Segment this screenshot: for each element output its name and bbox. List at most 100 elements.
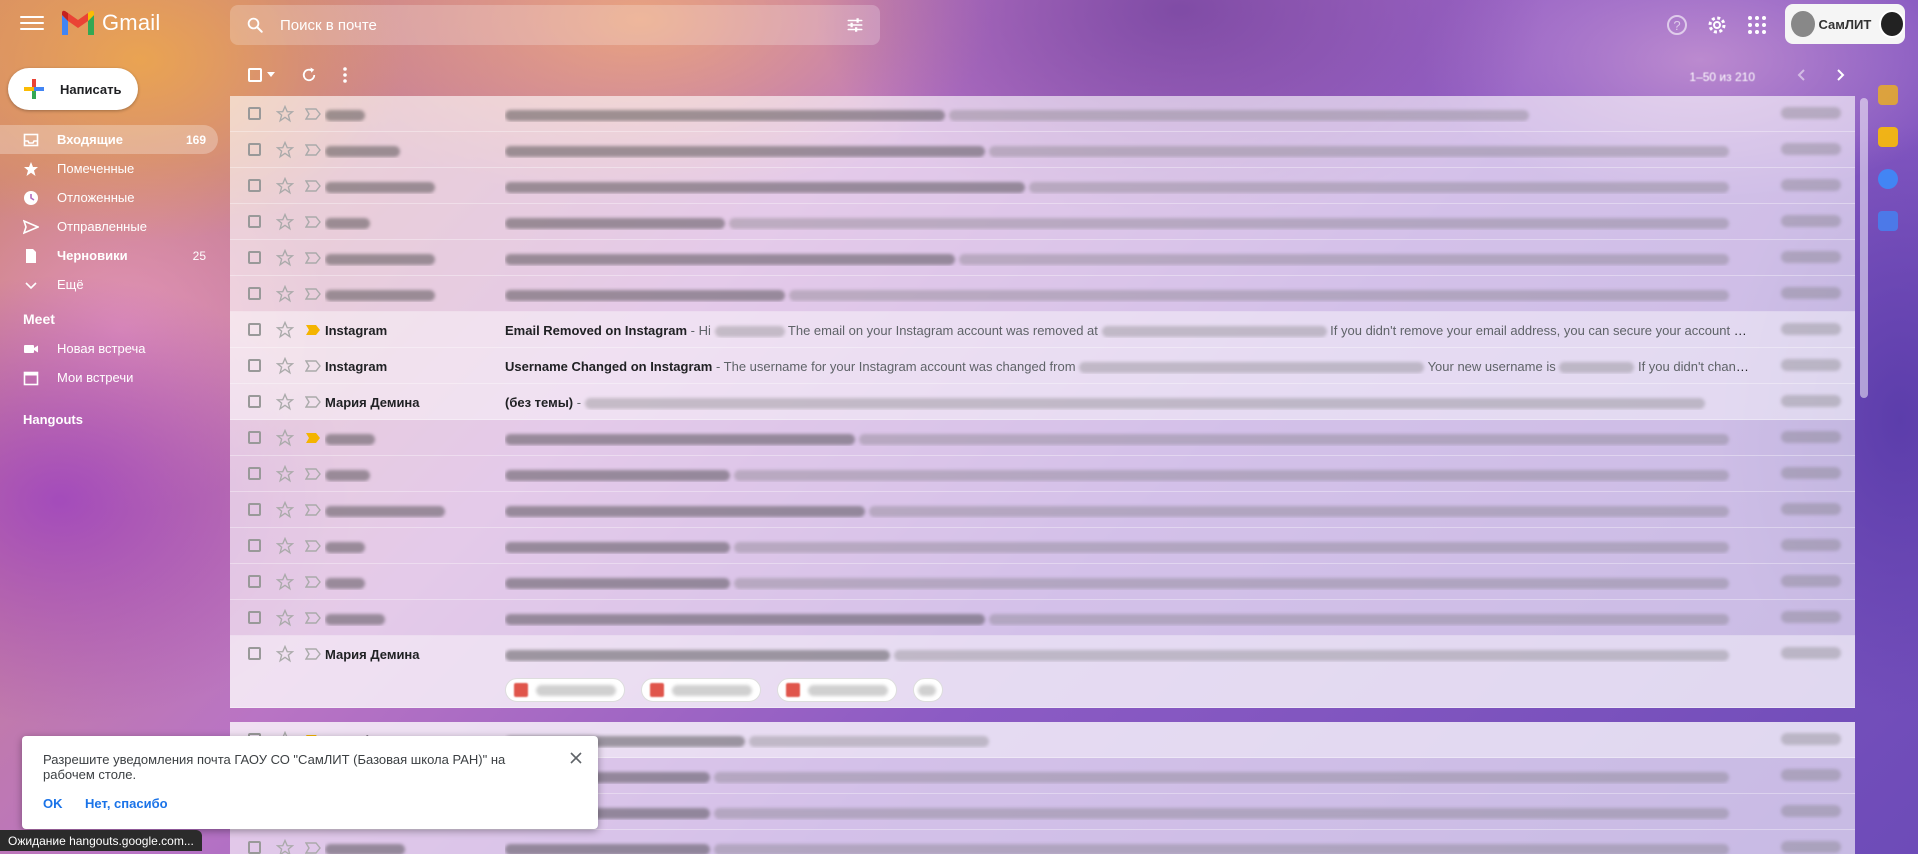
email-row[interactable] — [230, 240, 1855, 276]
email-row[interactable] — [230, 132, 1855, 168]
sidebar-item-inbox[interactable]: Входящие 169 — [0, 125, 218, 154]
help-icon[interactable]: ? — [1665, 13, 1689, 37]
avatar[interactable] — [1879, 10, 1905, 38]
notification-ok-button[interactable]: OK — [43, 796, 63, 811]
importance-marker-icon[interactable] — [305, 180, 321, 192]
row-checkbox[interactable] — [248, 287, 261, 300]
sidebar-item-snoozed[interactable]: Отложенные — [0, 183, 218, 212]
email-row[interactable] — [230, 830, 1855, 854]
star-icon[interactable] — [276, 393, 294, 411]
importance-marker-icon[interactable] — [305, 540, 321, 552]
row-checkbox[interactable] — [248, 107, 261, 120]
star-icon[interactable] — [276, 357, 294, 375]
row-checkbox[interactable] — [248, 539, 261, 552]
email-row[interactable] — [230, 204, 1855, 240]
row-checkbox[interactable] — [248, 431, 261, 444]
keep-addon-icon[interactable] — [1878, 127, 1898, 147]
importance-marker-icon[interactable] — [305, 216, 321, 228]
importance-marker-icon[interactable] — [305, 288, 321, 300]
search-bar[interactable] — [230, 5, 880, 45]
importance-marker-icon[interactable] — [305, 842, 321, 854]
importance-marker-icon[interactable] — [305, 432, 321, 444]
star-icon[interactable] — [276, 213, 294, 231]
email-row[interactable] — [230, 564, 1855, 600]
tasks-addon-icon[interactable] — [1878, 169, 1898, 189]
row-checkbox[interactable] — [248, 841, 261, 854]
more-vert-icon[interactable] — [342, 66, 348, 84]
star-icon[interactable] — [276, 249, 294, 267]
attachment-chip[interactable] — [505, 678, 625, 702]
importance-marker-icon[interactable] — [305, 504, 321, 516]
sidebar-item-drafts[interactable]: Черновики 25 — [0, 241, 218, 270]
importance-marker-icon[interactable] — [305, 144, 321, 156]
importance-marker-icon[interactable] — [305, 612, 321, 624]
email-row[interactable] — [230, 276, 1855, 312]
prev-page-icon[interactable] — [1795, 68, 1809, 82]
row-checkbox[interactable] — [248, 323, 261, 336]
importance-marker-icon[interactable] — [305, 576, 321, 588]
row-checkbox[interactable] — [248, 359, 261, 372]
hangouts-section-title[interactable]: Hangouts — [23, 412, 83, 427]
sidebar-item-sent[interactable]: Отправленные — [0, 212, 218, 241]
importance-marker-icon[interactable] — [305, 468, 321, 480]
email-row[interactable] — [230, 96, 1855, 132]
star-icon[interactable] — [276, 839, 294, 854]
notification-decline-button[interactable]: Нет, спасибо — [85, 796, 168, 811]
account-switcher[interactable]: СамЛИТ — [1785, 4, 1905, 44]
refresh-icon[interactable] — [300, 66, 318, 84]
star-icon[interactable] — [276, 537, 294, 555]
tune-icon[interactable] — [846, 16, 864, 34]
email-row[interactable] — [230, 600, 1855, 636]
row-checkbox[interactable] — [248, 395, 261, 408]
email-row[interactable]: Мария Демина (без темы) - — [230, 384, 1855, 420]
attachment-chip[interactable] — [641, 678, 761, 702]
settings-icon[interactable] — [1705, 13, 1729, 37]
email-row[interactable]: Мария Демина — [230, 636, 1855, 708]
email-row[interactable] — [230, 456, 1855, 492]
star-icon[interactable] — [276, 501, 294, 519]
sidebar-item-my-meetings[interactable]: Мои встречи — [0, 363, 218, 392]
row-checkbox[interactable] — [248, 503, 261, 516]
star-icon[interactable] — [276, 177, 294, 195]
next-page-icon[interactable] — [1833, 68, 1847, 82]
row-checkbox[interactable] — [248, 179, 261, 192]
sidebar-item-new-meeting[interactable]: Новая встреча — [0, 334, 218, 363]
row-checkbox[interactable] — [248, 647, 261, 660]
row-checkbox[interactable] — [248, 467, 261, 480]
row-checkbox[interactable] — [248, 143, 261, 156]
sidebar-item-more[interactable]: Ещё — [0, 270, 218, 299]
caret-down-icon[interactable] — [267, 72, 275, 78]
email-row[interactable] — [230, 420, 1855, 456]
attachment-chip[interactable] — [777, 678, 897, 702]
email-row[interactable] — [230, 168, 1855, 204]
star-icon[interactable] — [276, 285, 294, 303]
importance-marker-icon[interactable] — [305, 396, 321, 408]
compose-button[interactable]: Написать — [8, 68, 138, 110]
star-icon[interactable] — [276, 105, 294, 123]
contacts-addon-icon[interactable] — [1878, 211, 1898, 231]
apps-icon[interactable] — [1745, 13, 1769, 37]
main-menu-button[interactable] — [18, 12, 46, 36]
importance-marker-icon[interactable] — [305, 108, 321, 120]
star-icon[interactable] — [276, 321, 294, 339]
row-checkbox[interactable] — [248, 575, 261, 588]
sidebar-item-starred[interactable]: Помеченные — [0, 154, 218, 183]
star-icon[interactable] — [276, 609, 294, 627]
email-row[interactable] — [230, 528, 1855, 564]
search-input[interactable] — [280, 5, 820, 45]
email-row[interactable] — [230, 492, 1855, 528]
select-all-checkbox[interactable] — [248, 68, 262, 82]
row-checkbox[interactable] — [248, 215, 261, 228]
gmail-logo[interactable]: Gmail — [60, 9, 160, 37]
more-attachments-chip[interactable] — [913, 678, 943, 702]
importance-marker-icon[interactable] — [305, 252, 321, 264]
calendar-addon-icon[interactable] — [1878, 85, 1898, 105]
close-icon[interactable] — [568, 750, 584, 766]
search-icon[interactable] — [246, 16, 264, 34]
email-row[interactable]: Instagram Email Removed on Instagram - H… — [230, 312, 1855, 348]
star-icon[interactable] — [276, 429, 294, 447]
importance-marker-icon[interactable] — [305, 360, 321, 372]
email-row[interactable]: Instagram Username Changed on Instagram … — [230, 348, 1855, 384]
row-checkbox[interactable] — [248, 611, 261, 624]
importance-marker-icon[interactable] — [305, 648, 321, 660]
